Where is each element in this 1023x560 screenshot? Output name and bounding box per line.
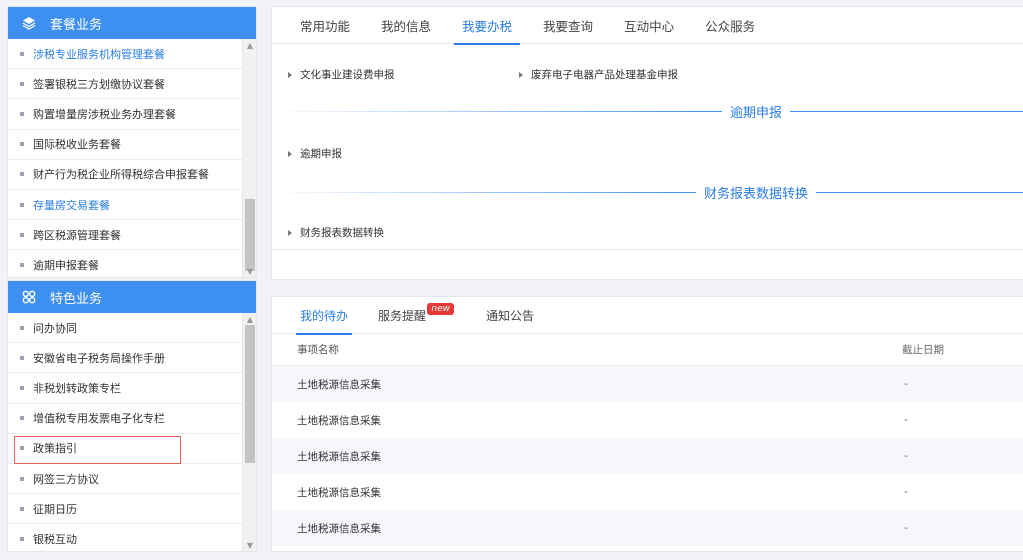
tab-tax-handling[interactable]: 我要办税 <box>454 7 521 45</box>
packages-scrollbar[interactable]: ▲ ▼ <box>242 39 256 277</box>
bullet-icon <box>20 476 24 481</box>
packages-panel: 套餐业务 涉税专业服务机构管理套餐 签署银税三方划缴协议套餐 购置增量房涉税业务… <box>7 6 257 278</box>
scroll-up-icon[interactable]: ▲ <box>243 39 256 51</box>
feature-item[interactable]: 银税互动 <box>8 524 242 551</box>
tab-service-reminder[interactable]: 服务提醒 new <box>378 297 455 334</box>
column-deadline: 截止日期 <box>902 344 944 356</box>
bullet-icon <box>20 446 24 451</box>
main-tabs: 常用功能 我的信息 我要办税 我要查询 互动中心 公众服务 <box>272 7 1023 45</box>
bullet-icon <box>20 416 24 421</box>
bullet-icon <box>20 172 24 177</box>
package-item[interactable]: 逾期申报套餐 <box>8 250 242 277</box>
tab-my-info[interactable]: 我的信息 <box>381 7 431 44</box>
tab-interaction[interactable]: 互动中心 <box>624 7 674 44</box>
section-title-overdue: 逾期申报 <box>729 106 782 121</box>
package-item[interactable]: 签署银税三方划缴协议套餐 <box>8 69 242 100</box>
bullet-icon <box>20 232 24 237</box>
cell-deadline: - <box>904 522 908 534</box>
section-divider-finance: 财务报表数据转换 <box>272 183 1023 202</box>
tab-query[interactable]: 我要查询 <box>543 7 593 44</box>
features-title: 特色业务 <box>50 291 103 307</box>
cell-item-name: 土地税源信息采集 <box>297 378 381 391</box>
cell-item-name: 土地税源信息采集 <box>297 522 381 535</box>
tab-notices[interactable]: 通知公告 <box>486 297 534 334</box>
scroll-down-icon[interactable]: ▼ <box>243 265 256 277</box>
section-title-finance: 财务报表数据转换 <box>703 187 808 202</box>
scroll-down-icon[interactable]: ▼ <box>243 539 256 551</box>
package-item[interactable]: 跨区税源管理套餐 <box>8 220 242 251</box>
scroll-up-icon[interactable]: ▲ <box>243 313 256 325</box>
features-panel: 特色业务 问办协同 安徽省电子税务局操作手册 非税划转政策专栏 增值税专用发票电… <box>7 280 257 552</box>
bullet-icon <box>20 385 24 390</box>
new-badge: new <box>427 303 455 315</box>
table-row[interactable]: 土地税源信息采集 - <box>272 402 1023 438</box>
table-row[interactable]: 土地税源信息采集 - <box>272 510 1023 546</box>
layers-icon <box>22 16 36 30</box>
bullet-icon <box>20 202 24 207</box>
panel-separator <box>272 249 1023 250</box>
bullet-icon <box>20 81 24 86</box>
grid-icon <box>22 290 36 304</box>
cell-deadline: - <box>904 378 908 390</box>
todo-panel: 我的待办 服务提醒 new 通知公告 事项名称 截止日期 土地税源信息采集 - … <box>271 296 1023 552</box>
tab-common[interactable]: 常用功能 <box>300 7 350 44</box>
bullet-icon <box>20 111 24 116</box>
bullet-icon <box>20 355 24 360</box>
package-item[interactable]: 购置增量房涉税业务办理套餐 <box>8 99 242 130</box>
bullet-icon <box>20 51 24 56</box>
feature-item[interactable]: 安徽省电子税务局操作手册 <box>8 343 242 374</box>
tab-public-service[interactable]: 公众服务 <box>705 7 755 44</box>
cell-deadline: - <box>904 414 908 426</box>
bottom-tabs: 我的待办 服务提醒 new 通知公告 <box>272 297 1023 335</box>
table-body: 土地税源信息采集 - 土地税源信息采集 - 土地税源信息采集 - 土地税源信息采… <box>272 366 1023 546</box>
packages-header: 套餐业务 <box>8 7 256 39</box>
caret-right-icon <box>519 71 523 78</box>
cell-deadline: - <box>904 486 908 498</box>
packages-list: 涉税专业服务机构管理套餐 签署银税三方划缴协议套餐 购置增量房涉税业务办理套餐 … <box>8 39 242 277</box>
table-row[interactable]: 土地税源信息采集 - <box>272 474 1023 510</box>
feature-item[interactable]: 网签三方协议 <box>8 464 242 495</box>
feature-item[interactable]: 问办协同 <box>8 313 242 344</box>
caret-right-icon <box>288 150 292 157</box>
feature-item[interactable]: 征期日历 <box>8 494 242 525</box>
bullet-icon <box>20 262 24 267</box>
tab-my-todo[interactable]: 我的待办 <box>295 297 353 335</box>
caret-right-icon <box>288 229 292 236</box>
scroll-thumb[interactable] <box>245 325 255 463</box>
cell-item-name: 土地税源信息采集 <box>297 486 381 499</box>
cell-deadline: - <box>904 450 908 462</box>
link-waste-fund[interactable]: 废弃电子电器产品处理基金申报 <box>519 67 678 82</box>
features-list: 问办协同 安徽省电子税务局操作手册 非税划转政策专栏 增值税专用发票电子化专栏 … <box>8 313 242 551</box>
features-scrollbar[interactable]: ▲ ▼ <box>242 313 256 551</box>
link-finance-convert[interactable]: 财务报表数据转换 <box>288 225 384 240</box>
table-row[interactable]: 土地税源信息采集 - <box>272 438 1023 474</box>
section-divider-overdue: 逾期申报 <box>272 102 1023 121</box>
table-header: 事项名称 截止日期 <box>272 334 1023 366</box>
table-row[interactable]: 土地税源信息采集 - <box>272 366 1023 402</box>
tax-service-panel: 常用功能 我的信息 我要办税 我要查询 互动中心 公众服务 文化事业建设费申报 … <box>271 6 1023 280</box>
scroll-thumb[interactable] <box>245 199 255 271</box>
cell-item-name: 土地税源信息采集 <box>297 450 381 463</box>
feature-item-selected[interactable]: 政策指引 <box>8 434 242 464</box>
column-item-name: 事项名称 <box>297 344 339 356</box>
features-header: 特色业务 <box>8 281 256 313</box>
caret-right-icon <box>288 71 292 78</box>
cell-item-name: 土地税源信息采集 <box>297 414 381 427</box>
bullet-icon <box>20 536 24 541</box>
package-item[interactable]: 财产行为税企业所得税综合申报套餐 <box>8 160 242 190</box>
bullet-icon <box>20 325 24 330</box>
feature-item[interactable]: 增值税专用发票电子化专栏 <box>8 404 242 434</box>
packages-title: 套餐业务 <box>50 17 103 33</box>
link-culture-fee[interactable]: 文化事业建设费申报 <box>288 67 395 82</box>
feature-item[interactable]: 非税划转政策专栏 <box>8 373 242 404</box>
link-overdue[interactable]: 逾期申报 <box>288 146 342 161</box>
package-item[interactable]: 国际税收业务套餐 <box>8 130 242 160</box>
package-item[interactable]: 存量房交易套餐 <box>8 190 242 221</box>
package-item[interactable]: 涉税专业服务机构管理套餐 <box>8 39 242 70</box>
bullet-icon <box>20 506 24 511</box>
bullet-icon <box>20 142 24 147</box>
